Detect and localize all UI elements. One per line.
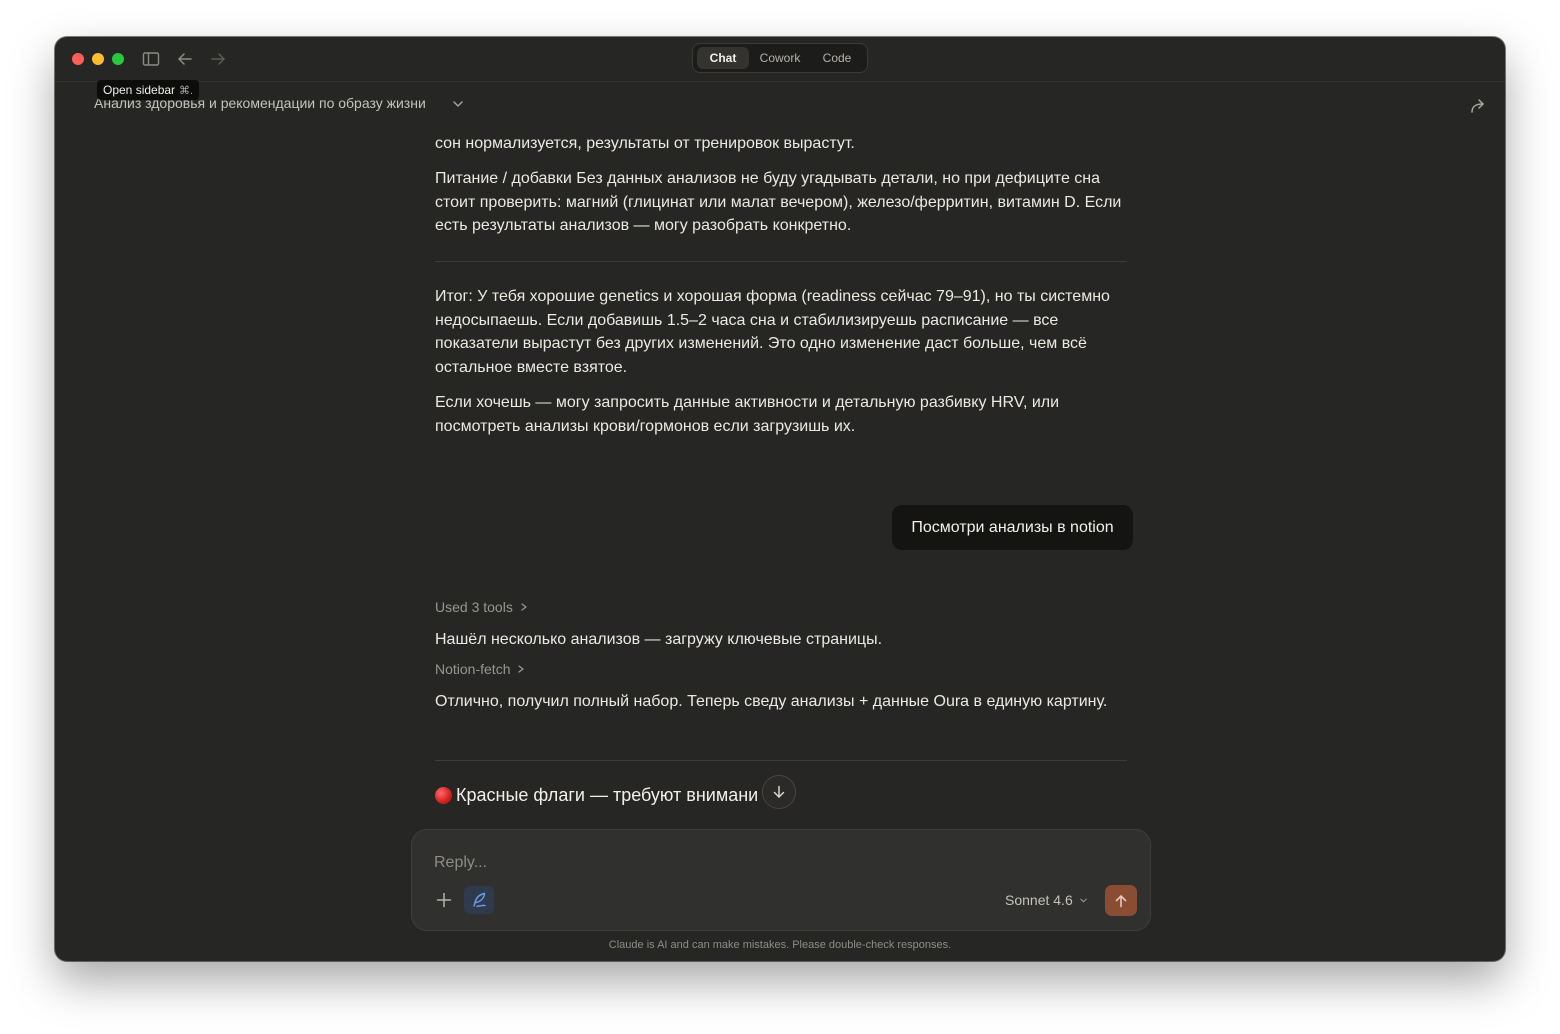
- forward-arrow-icon[interactable]: [208, 49, 228, 69]
- arrow-down-icon: [773, 785, 785, 798]
- assistant-paragraph: Нашёл несколько анализов — загружу ключе…: [435, 631, 883, 648]
- assistant-paragraph: Питание / добавки Без данных анализов не…: [435, 170, 1122, 234]
- user-message: Посмотри анализы в notion: [892, 505, 1133, 550]
- divider: [435, 261, 1127, 262]
- chevron-right-icon: [521, 603, 527, 611]
- feather-pen-icon: [473, 892, 486, 908]
- writing-style-button[interactable]: [464, 886, 494, 914]
- title-bar: Chat Cowork Code: [55, 37, 1505, 82]
- open-sidebar-tooltip: Open sidebar ⌘.: [97, 80, 200, 100]
- tooltip-shortcut: ⌘.: [179, 85, 194, 97]
- tab-cowork[interactable]: Cowork: [753, 47, 807, 69]
- red-circle-icon: [435, 787, 452, 804]
- tooltip-label: Open sidebar: [103, 83, 176, 97]
- disclaimer: Claude is AI and can make mistakes. Plea…: [608, 939, 952, 951]
- reply-input[interactable]: [432, 850, 1096, 876]
- mode-switcher: Chat Cowork Code: [692, 43, 868, 73]
- conversation-scroll-area[interactable]: сон нормализуется, результаты от трениро…: [55, 127, 1505, 829]
- divider: [435, 760, 1127, 761]
- tools-used-label: Used 3 tools: [435, 599, 513, 615]
- tab-code[interactable]: Code: [811, 47, 863, 69]
- assistant-paragraph: Итог: У тебя хорошие genetics и хорошая …: [435, 288, 1110, 376]
- sidebar-toggle-icon[interactable]: [141, 49, 161, 69]
- notion-fetch-label: Notion-fetch: [435, 661, 511, 677]
- chevron-right-icon: [518, 665, 525, 673]
- chevron-down-icon: [1079, 898, 1087, 902]
- close-window-button[interactable]: [72, 53, 84, 65]
- maximize-window-button[interactable]: [112, 53, 124, 65]
- composer: Sonnet 4.6: [411, 829, 1151, 931]
- add-attachment-button[interactable]: [432, 888, 456, 912]
- assistant-paragraph: Если хочешь — могу запросить данные акти…: [435, 394, 1060, 435]
- tools-used-toggle[interactable]: Used 3 tools: [435, 599, 529, 615]
- minimize-window-button[interactable]: [92, 53, 104, 65]
- assistant-paragraph: Отлично, получил полный набор. Теперь св…: [435, 693, 1108, 710]
- plus-icon: [436, 892, 452, 908]
- send-button[interactable]: [1105, 885, 1137, 916]
- notion-fetch-toggle[interactable]: Notion-fetch: [435, 661, 526, 677]
- app-window: Chat Cowork Code Open sidebar ⌘. Анализ з…: [55, 37, 1505, 961]
- red-flags-heading-text: Красные флаги — требуют внимани: [456, 785, 759, 805]
- model-selector[interactable]: Sonnet 4.6: [1005, 892, 1088, 908]
- scroll-to-bottom-button[interactable]: [762, 775, 796, 809]
- tab-chat[interactable]: Chat: [697, 47, 749, 69]
- model-label: Sonnet 4.6: [1005, 892, 1073, 908]
- share-icon[interactable]: [1468, 96, 1488, 116]
- red-flags-heading: Красные флаги — требуют внимани: [435, 785, 758, 806]
- arrow-up-icon: [1115, 894, 1127, 907]
- chevron-down-icon[interactable]: [451, 97, 465, 111]
- back-arrow-icon[interactable]: [175, 49, 195, 69]
- assistant-paragraph: сон нормализуется, результаты от трениро…: [435, 135, 855, 152]
